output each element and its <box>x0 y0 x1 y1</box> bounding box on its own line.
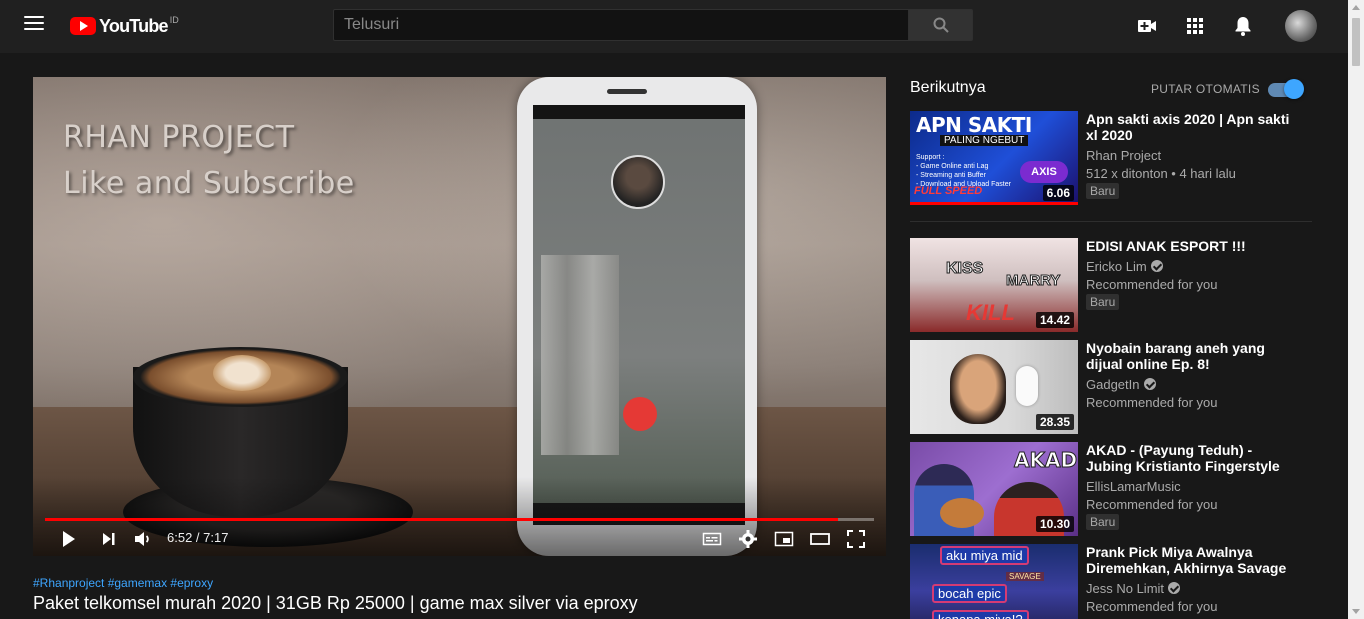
video-thumbnail[interactable]: APN SAKTI PALING NGEBUT Support : - Game… <box>910 111 1078 205</box>
video-hashtags[interactable]: #Rhanproject #gamemax #eproxy <box>33 576 213 590</box>
theater-mode-icon[interactable] <box>810 529 830 549</box>
recommendation-item[interactable]: aku miya mid SAVAGE bocah epic kenapa mi… <box>910 544 1312 619</box>
phone-hangup-icon <box>623 397 657 431</box>
video-thumbnail[interactable]: KISS MARRY KILL 14.42 <box>910 238 1078 332</box>
verified-check-icon <box>1143 378 1156 390</box>
divider <box>910 221 1312 222</box>
autoplay-toggle[interactable] <box>1268 79 1304 99</box>
channel-name[interactable]: Ericko Lim <box>1086 259 1163 274</box>
youtube-play-icon <box>70 17 96 35</box>
page-scrollbar[interactable] <box>1348 0 1364 619</box>
verified-check-icon <box>1150 260 1163 272</box>
channel-name[interactable]: EllisLamarMusic <box>1086 479 1181 494</box>
create-video-icon[interactable] <box>1135 14 1159 38</box>
scroll-thumb[interactable] <box>1352 18 1360 66</box>
progress-fill <box>45 518 839 521</box>
avatar[interactable] <box>1285 10 1317 42</box>
channel-name[interactable]: GadgetIn <box>1086 377 1156 392</box>
time-display: 6:52 / 7:17 <box>167 530 229 545</box>
new-badge: Baru <box>1086 514 1120 530</box>
logo-country-code: ID <box>169 15 179 25</box>
video-meta: 512 x ditonton • 4 hari lalu <box>1086 166 1236 181</box>
video-thumbnail[interactable]: 28.35 <box>910 340 1078 434</box>
recommendation-item[interactable]: AKAD 10.30 AKAD - (Payung Teduh) - Jubin… <box>910 442 1312 536</box>
recommendation-title[interactable]: Nyobain barang aneh yang dijual online E… <box>1086 340 1296 372</box>
autoplay-label: PUTAR OTOMATIS <box>1151 82 1260 96</box>
youtube-logo[interactable]: YouTube ID <box>70 14 179 38</box>
video-meta: Recommended for you <box>1086 277 1218 292</box>
channel-name[interactable]: Jess No Limit <box>1086 581 1181 596</box>
miniplayer-icon[interactable] <box>774 529 794 549</box>
duration-badge: 14.42 <box>1035 312 1074 328</box>
overlay-line-1: RHAN PROJECT <box>63 120 295 155</box>
duration-badge: 28.35 <box>1035 414 1074 430</box>
recommendation-item[interactable]: 28.35 Nyobain barang aneh yang dijual on… <box>910 340 1312 434</box>
fullscreen-icon[interactable] <box>846 529 866 549</box>
recommendation-title[interactable]: Apn sakti axis 2020 | Apn sakti xl 2020 <box>1086 111 1296 143</box>
recommendation-title[interactable]: AKAD - (Payung Teduh) - Jubing Kristiant… <box>1086 442 1296 474</box>
video-overlay-text: RHAN PROJECT Like and Subscribe <box>63 115 355 207</box>
search-box <box>333 9 909 41</box>
channel-name[interactable]: Rhan Project <box>1086 148 1161 163</box>
video-meta: Recommended for you <box>1086 497 1218 512</box>
recommendation-title[interactable]: EDISI ANAK ESPORT !!! <box>1086 238 1296 254</box>
recommendation-item[interactable]: APN SAKTI PALING NGEBUT Support : - Game… <box>910 111 1312 205</box>
video-title: Paket telkomsel murah 2020 | 31GB Rp 250… <box>33 593 638 613</box>
search-button[interactable] <box>908 9 973 41</box>
video-progress-bar[interactable] <box>45 518 874 521</box>
subtitles-icon[interactable] <box>702 529 722 549</box>
logo-text: YouTube <box>99 15 169 36</box>
recommendation-item[interactable]: KISS MARRY KILL 14.42 EDISI ANAK ESPORT … <box>910 238 1312 332</box>
recommendation-title[interactable]: Prank Pick Miya Awalnya Diremehkan, Akhi… <box>1086 544 1296 576</box>
masthead: YouTube ID <box>0 0 1348 53</box>
new-badge: Baru <box>1086 183 1120 199</box>
volume-icon[interactable] <box>133 529 153 549</box>
duration-badge: 10.30 <box>1035 516 1074 532</box>
new-badge: Baru <box>1086 294 1120 310</box>
scroll-down-arrow-icon[interactable] <box>1352 609 1360 614</box>
video-thumbnail[interactable]: aku miya mid SAVAGE bocah epic kenapa mi… <box>910 544 1078 619</box>
video-player[interactable]: RHAN PROJECT Like and Subscribe 6:52 / 7… <box>33 77 886 556</box>
menu-icon[interactable] <box>24 16 44 34</box>
video-meta: Recommended for you <box>1086 599 1218 614</box>
up-next-heading: Berikutnya <box>910 79 986 96</box>
video-meta: Recommended for you <box>1086 395 1218 410</box>
notifications-icon[interactable] <box>1231 14 1255 38</box>
search-icon <box>933 17 949 33</box>
scroll-up-arrow-icon[interactable] <box>1352 5 1360 10</box>
duration-badge: 6.06 <box>1042 185 1074 201</box>
verified-check-icon <box>1168 582 1181 594</box>
watched-progress-bar <box>910 202 1078 205</box>
search-input[interactable] <box>334 10 908 40</box>
video-thumbnail[interactable]: AKAD 10.30 <box>910 442 1078 536</box>
play-icon[interactable] <box>61 529 77 549</box>
settings-gear-icon[interactable] <box>738 529 758 549</box>
next-icon[interactable] <box>101 529 117 549</box>
overlay-line-2: Like and Subscribe <box>63 166 355 201</box>
apps-icon[interactable] <box>1183 14 1207 38</box>
